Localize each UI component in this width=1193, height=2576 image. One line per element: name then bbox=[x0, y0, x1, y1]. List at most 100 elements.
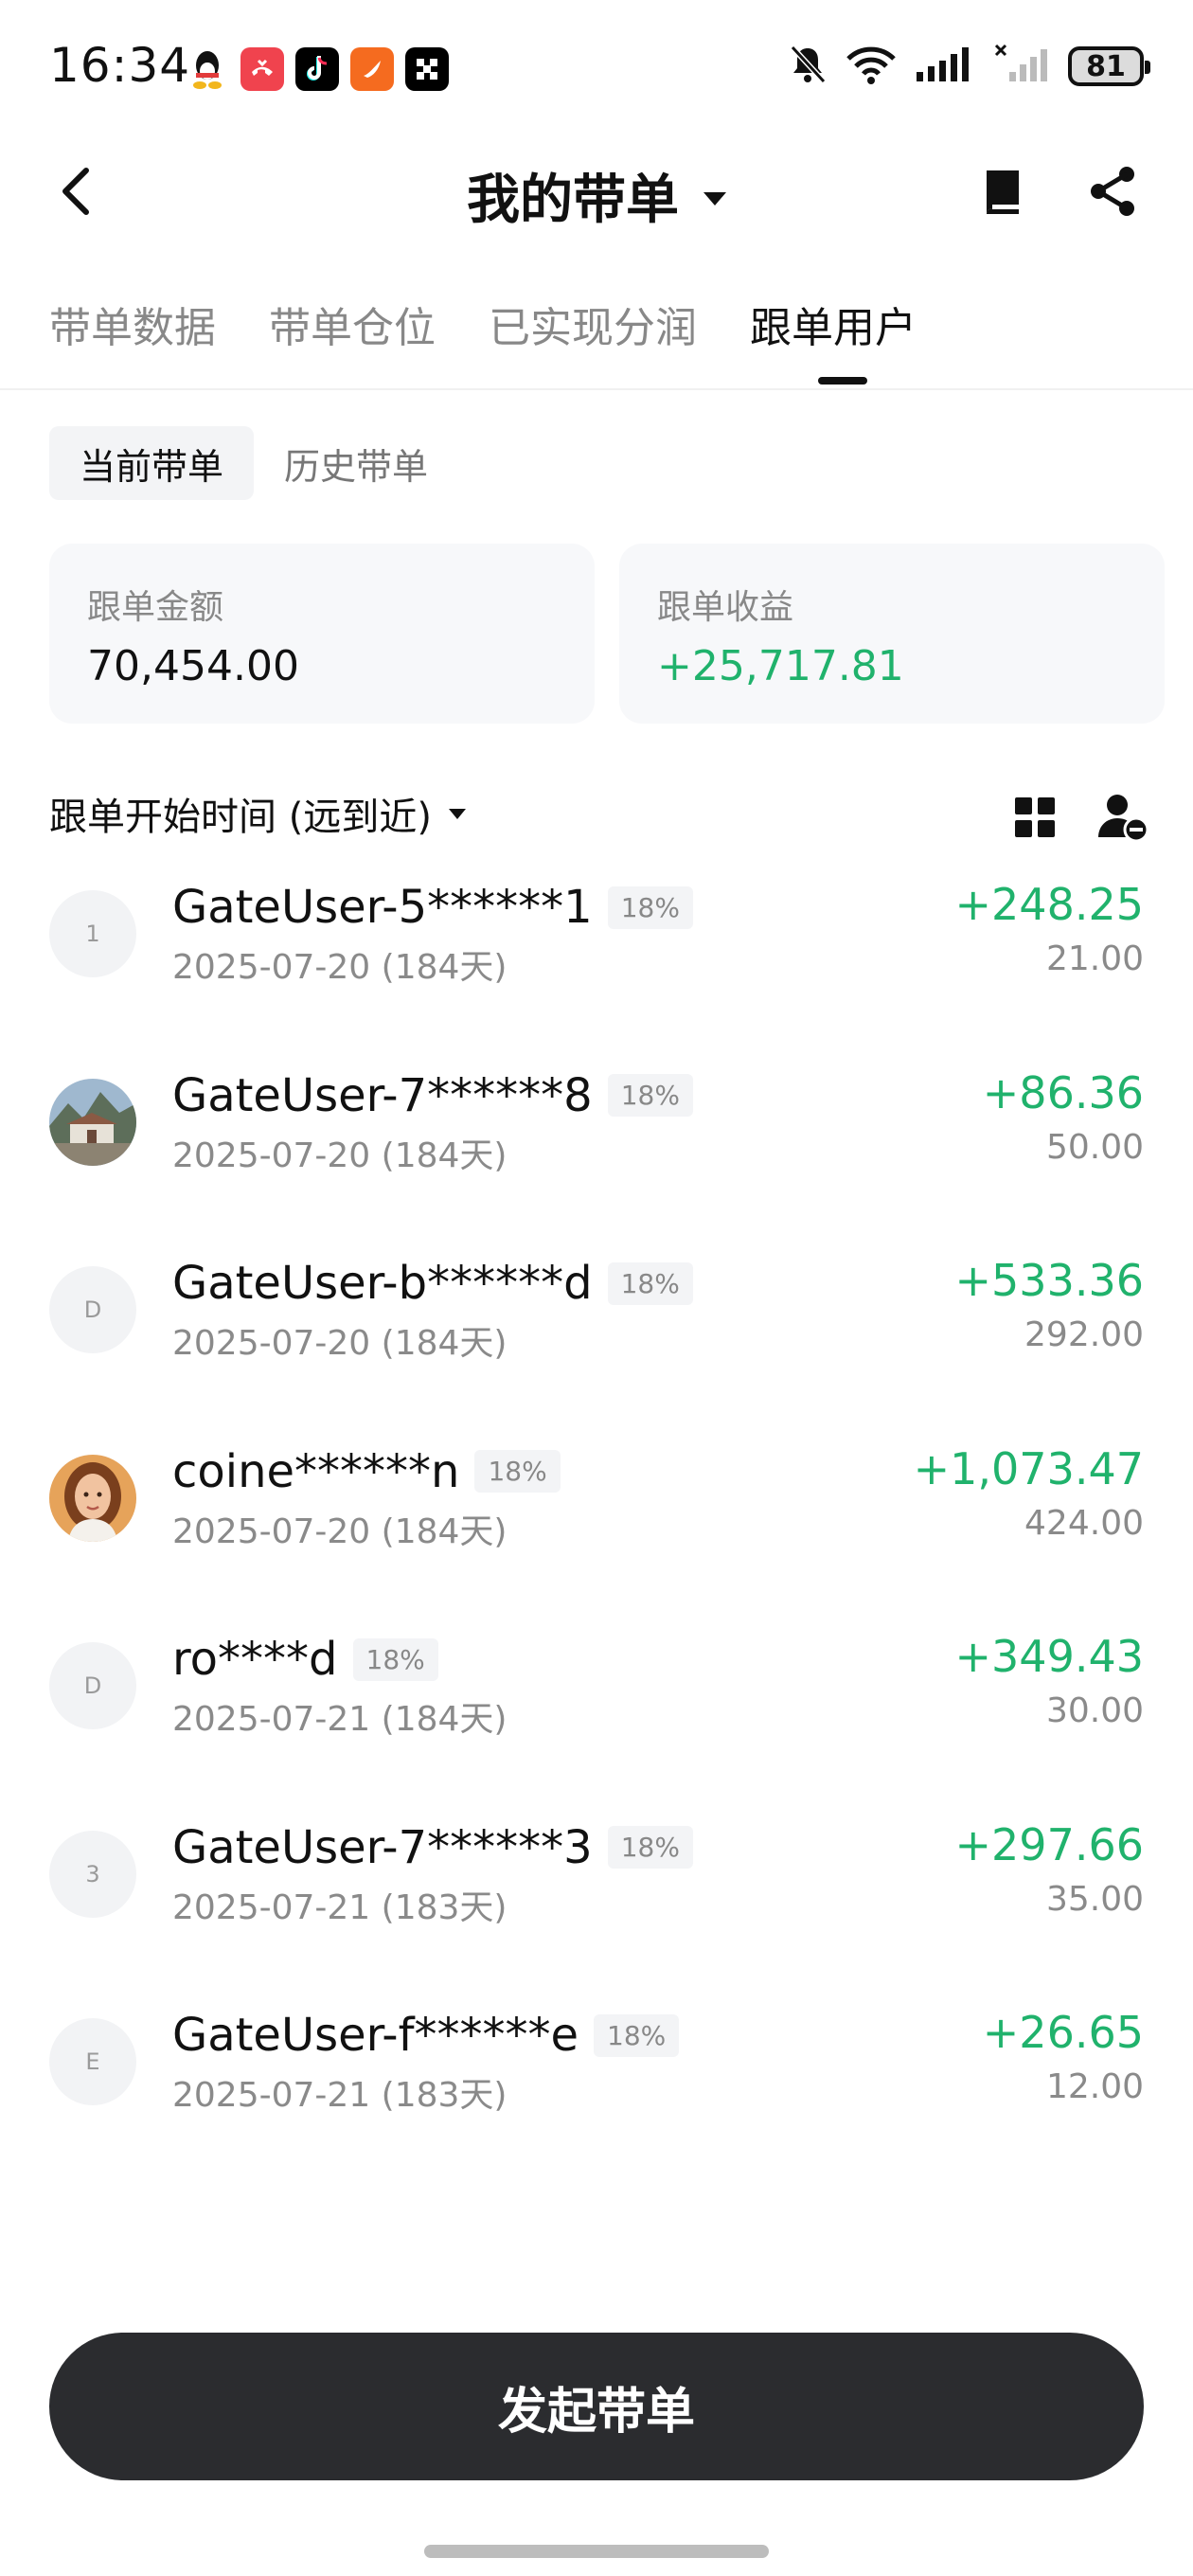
copy-amount-value: 70,454.00 bbox=[87, 642, 299, 690]
follower-amount: 21.00 bbox=[1045, 939, 1144, 978]
screen: 16:34 81 我的带单 带单数据 带单仓位 已实现分润 跟单用户 当前带单 … bbox=[0, 0, 1193, 2576]
avatar: D bbox=[49, 1266, 136, 1353]
grid-icon bbox=[1015, 797, 1055, 837]
follower-profit: +297.66 bbox=[954, 1818, 1145, 1870]
copy-profit-label: 跟单收益 bbox=[657, 588, 794, 627]
qq-icon bbox=[186, 47, 229, 91]
segment-history[interactable]: 历史带单 bbox=[254, 426, 458, 500]
follower-name: GateUser-b******d bbox=[172, 1257, 593, 1310]
follow-start-date: 2025-07-20 (184天) bbox=[172, 948, 507, 987]
missed-call-icon bbox=[240, 47, 284, 91]
tab-leading-positions[interactable]: 带单仓位 bbox=[269, 294, 436, 379]
follower-row[interactable]: D ro****d 18% 2025-07-21 (184天) +349.43 3… bbox=[0, 1623, 1193, 1812]
tab-leading-data[interactable]: 带单数据 bbox=[49, 294, 216, 379]
follower-amount: 50.00 bbox=[1045, 1127, 1144, 1167]
grid-view-button[interactable] bbox=[1009, 792, 1060, 843]
status-bar: 16:34 81 bbox=[0, 0, 1193, 142]
landscape-avatar-image bbox=[49, 1078, 136, 1166]
no-signal-icon bbox=[994, 44, 1051, 89]
follower-profit: +26.65 bbox=[982, 2007, 1144, 2058]
avatar: 1 bbox=[49, 890, 136, 977]
follower-row[interactable]: 1 GateUser-5******1 18% 2025-07-20 (184天)… bbox=[0, 871, 1193, 1060]
follower-amount: 30.00 bbox=[1045, 1691, 1144, 1730]
copy-amount-card: 跟单金额 70,454.00 bbox=[49, 544, 595, 724]
copy-amount-label: 跟单金额 bbox=[87, 588, 224, 627]
caret-down-icon bbox=[703, 191, 726, 206]
share-icon bbox=[1091, 167, 1134, 216]
tiktok-icon bbox=[295, 47, 339, 91]
follower-name: GateUser-f******e bbox=[172, 2009, 579, 2062]
profit-share-badge: 18% bbox=[594, 2013, 680, 2057]
copy-profit-card: 跟单收益 +25,717.81 bbox=[619, 544, 1165, 724]
user-remove-icon bbox=[1098, 795, 1149, 843]
app-header: 我的带单 bbox=[0, 142, 1193, 246]
follower-amount: 12.00 bbox=[1045, 2067, 1144, 2106]
follower-profit: +248.25 bbox=[954, 879, 1145, 930]
tab-realized-profit-share[interactable]: 已实现分润 bbox=[489, 294, 697, 379]
follower-row[interactable]: GateUser-7******8 18% 2025-07-20 (184天) +… bbox=[0, 1060, 1193, 1248]
follow-start-date: 2025-07-21 (183天) bbox=[172, 2076, 507, 2115]
follower-name: GateUser-5******1 bbox=[172, 881, 593, 934]
status-time: 16:34 bbox=[49, 38, 191, 93]
profit-share-badge: 18% bbox=[474, 1450, 561, 1493]
wifi-icon bbox=[845, 44, 898, 89]
active-tab-indicator bbox=[818, 377, 867, 385]
notification-icons bbox=[186, 47, 449, 91]
follow-start-date: 2025-07-20 (184天) bbox=[172, 1324, 507, 1363]
profit-share-badge: 18% bbox=[607, 886, 693, 929]
square-app-icon bbox=[405, 47, 449, 91]
follower-amount: 424.00 bbox=[1024, 1503, 1144, 1543]
follower-profit: +86.36 bbox=[982, 1066, 1144, 1118]
segment-current[interactable]: 当前带单 bbox=[49, 426, 255, 500]
avatar bbox=[49, 1454, 136, 1542]
profit-share-badge: 18% bbox=[607, 1261, 693, 1305]
guide-button[interactable] bbox=[975, 163, 1032, 220]
portrait-avatar-image bbox=[49, 1454, 136, 1542]
sort-dropdown[interactable]: 跟单开始时间 (远到近) bbox=[49, 786, 466, 841]
follower-name: GateUser-7******8 bbox=[172, 1068, 593, 1122]
follower-row[interactable]: 3 GateUser-7******3 18% 2025-07-21 (183天)… bbox=[0, 1812, 1193, 2000]
sort-label: 跟单开始时间 (远到近) bbox=[49, 796, 432, 839]
profit-share-badge: 18% bbox=[352, 1637, 438, 1681]
caret-down-icon bbox=[448, 808, 466, 819]
follower-row[interactable]: D GateUser-b******d 18% 2025-07-20 (184天)… bbox=[0, 1247, 1193, 1436]
follower-name: coine******n bbox=[172, 1444, 460, 1498]
avatar: 3 bbox=[49, 1830, 136, 1918]
tab-followers[interactable]: 跟单用户 bbox=[750, 294, 917, 379]
battery-level: 81 bbox=[1086, 49, 1126, 83]
follower-profit: +533.36 bbox=[954, 1255, 1145, 1306]
follow-start-date: 2025-07-20 (184天) bbox=[172, 1512, 507, 1551]
follower-list: 1 GateUser-5******1 18% 2025-07-20 (184天)… bbox=[0, 871, 1193, 2188]
mute-bell-icon bbox=[788, 44, 828, 89]
follower-name: GateUser-7******3 bbox=[172, 1820, 593, 1874]
signal-icon bbox=[915, 44, 977, 89]
orange-app-icon bbox=[350, 47, 394, 91]
follow-start-date: 2025-07-20 (184天) bbox=[172, 1136, 507, 1175]
system-icons: 81 bbox=[788, 44, 1150, 89]
avatar: E bbox=[49, 2018, 136, 2105]
home-indicator[interactable] bbox=[424, 2545, 769, 2558]
share-button[interactable] bbox=[1085, 163, 1142, 220]
follow-start-date: 2025-07-21 (183天) bbox=[172, 1887, 507, 1927]
follower-profit: +1,073.47 bbox=[913, 1442, 1144, 1494]
battery-indicator: 81 bbox=[1068, 46, 1150, 86]
follower-row[interactable]: coine******n 18% 2025-07-20 (184天) +1,073… bbox=[0, 1436, 1193, 1624]
page-title: 我的带单 bbox=[467, 170, 679, 231]
book-icon bbox=[987, 170, 1019, 214]
follower-amount: 35.00 bbox=[1045, 1879, 1144, 1919]
avatar bbox=[49, 1078, 136, 1166]
tab-bar: 带单数据 带单仓位 已实现分润 跟单用户 bbox=[49, 294, 917, 379]
follow-start-date: 2025-07-21 (184天) bbox=[172, 1700, 507, 1739]
profit-share-badge: 18% bbox=[607, 1826, 693, 1869]
follower-profit: +349.43 bbox=[954, 1631, 1145, 1682]
follower-amount: 292.00 bbox=[1024, 1315, 1144, 1354]
copy-profit-value: +25,717.81 bbox=[657, 642, 904, 690]
start-leading-button[interactable]: 发起带单 bbox=[49, 2333, 1144, 2480]
profit-share-badge: 18% bbox=[607, 1074, 693, 1117]
remove-follower-button[interactable] bbox=[1095, 790, 1151, 845]
tabs-divider bbox=[0, 388, 1193, 390]
follower-row[interactable]: E GateUser-f******e 18% 2025-07-21 (183天)… bbox=[0, 1999, 1193, 2188]
follower-name: ro****d bbox=[172, 1633, 338, 1686]
segment-control: 当前带单 历史带单 bbox=[49, 426, 458, 500]
avatar: D bbox=[49, 1642, 136, 1729]
